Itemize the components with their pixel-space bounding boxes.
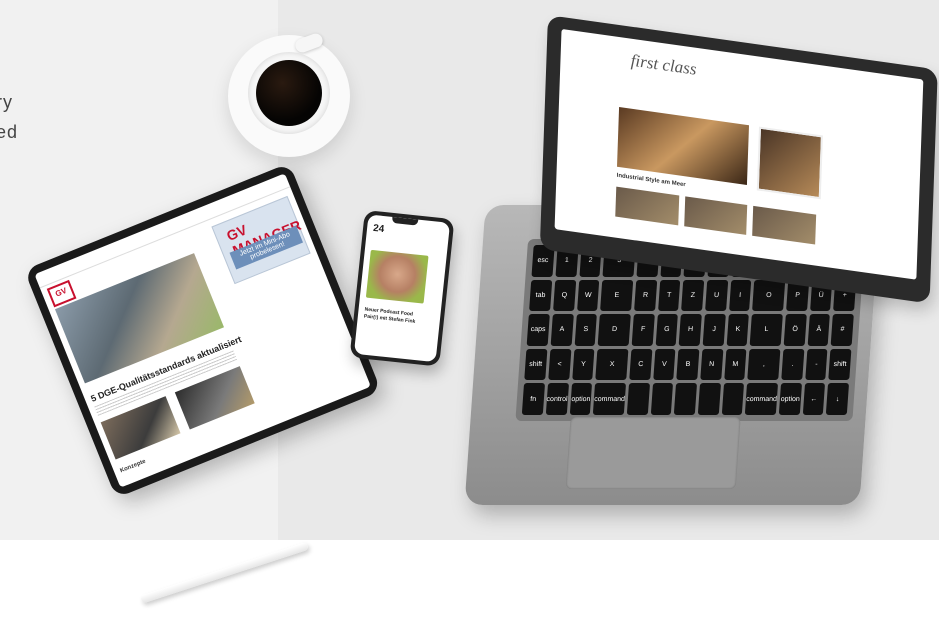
phone-site-logo: 24	[372, 222, 385, 236]
keyboard-key: ←	[802, 383, 826, 415]
keyboard-key: tab	[529, 279, 552, 312]
keyboard-key: J	[702, 314, 726, 346]
keyboard-key: O	[752, 279, 786, 312]
keyboard-key: M	[723, 348, 747, 381]
keyboard-key: -	[804, 348, 828, 381]
keyboard-key: .	[781, 348, 805, 381]
keyboard-key: F	[631, 314, 655, 346]
keyboard-key: Ä	[807, 314, 831, 346]
keyboard-key: caps	[526, 314, 550, 346]
keyboard-key: option	[569, 383, 593, 415]
keyboard-key: D	[597, 314, 631, 346]
keyboard-key: G	[655, 314, 679, 346]
keyboard-key: L	[749, 314, 783, 346]
tablet-section-label: Konzepte	[119, 458, 147, 475]
keyboard-key: #	[830, 314, 854, 346]
keyboard-key: Ö	[783, 314, 807, 346]
keyboard-key: shift	[828, 348, 852, 381]
cropped-text-line-2: ed	[0, 122, 19, 142]
keyboard-key: command	[593, 383, 627, 415]
keyboard-key: Q	[552, 279, 576, 312]
keyboard-key: ,	[747, 348, 781, 381]
laptop-side-ad	[756, 126, 823, 200]
keyboard-key: U	[705, 279, 728, 312]
keyboard-key: option	[778, 383, 802, 415]
keyboard-key: A	[550, 314, 574, 346]
keyboard-key: Y	[571, 348, 595, 381]
keyboard-key: W	[576, 279, 600, 312]
laptop-screen: first class Industrial Style am Meer	[554, 28, 924, 280]
laptop-thumbnail-row	[615, 186, 817, 245]
keyboard-key: control	[545, 383, 569, 415]
keyboard-key: fn	[521, 383, 545, 415]
laptop-hero-image	[616, 107, 750, 185]
background-bottom	[0, 540, 939, 617]
keyboard-key: I	[728, 279, 752, 312]
phone-device: 24 Neuer Podcast Food Pair(!) mit Stefan…	[349, 210, 455, 367]
keyboard-key: command	[745, 383, 779, 415]
keyboard-key: V	[652, 348, 676, 381]
phone-notch	[391, 216, 419, 226]
phone-headline: Neuer Podcast Food Pair(!) mit Stefan Fi…	[363, 306, 416, 325]
keyboard-key: N	[700, 348, 724, 381]
keyboard-key: T	[657, 279, 681, 312]
keyboard-key	[674, 383, 698, 415]
keyboard-key: X	[595, 348, 629, 381]
keyboard-key	[626, 383, 650, 415]
keyboard-key: E	[600, 279, 634, 312]
keyboard-key: ↓	[826, 383, 849, 415]
coffee-surface	[256, 60, 322, 126]
keyboard-key: R	[634, 279, 657, 312]
keyboard-key: K	[726, 314, 750, 346]
keyboard-key	[650, 383, 674, 415]
keyboard-key	[721, 383, 745, 415]
laptop-thumbnail	[752, 205, 817, 245]
laptop-trackpad	[565, 417, 741, 489]
keyboard-key: Z	[681, 279, 705, 312]
keyboard-key: shift	[524, 348, 548, 381]
keyboard-key: S	[574, 314, 598, 346]
keyboard-key: B	[676, 348, 700, 381]
cropped-text-line-1: ry	[0, 92, 13, 112]
laptop-thumbnail	[683, 196, 748, 235]
phone-article-photo	[365, 249, 429, 304]
phone-screen: 24 Neuer Podcast Food Pair(!) mit Stefan…	[353, 214, 451, 363]
laptop-thumbnail	[615, 186, 679, 226]
keyboard-key	[697, 383, 721, 415]
laptop-site-logo: first class	[630, 50, 697, 79]
keyboard-key: C	[629, 348, 653, 381]
keyboard-key: <	[547, 348, 572, 381]
keyboard-key: H	[678, 314, 702, 346]
